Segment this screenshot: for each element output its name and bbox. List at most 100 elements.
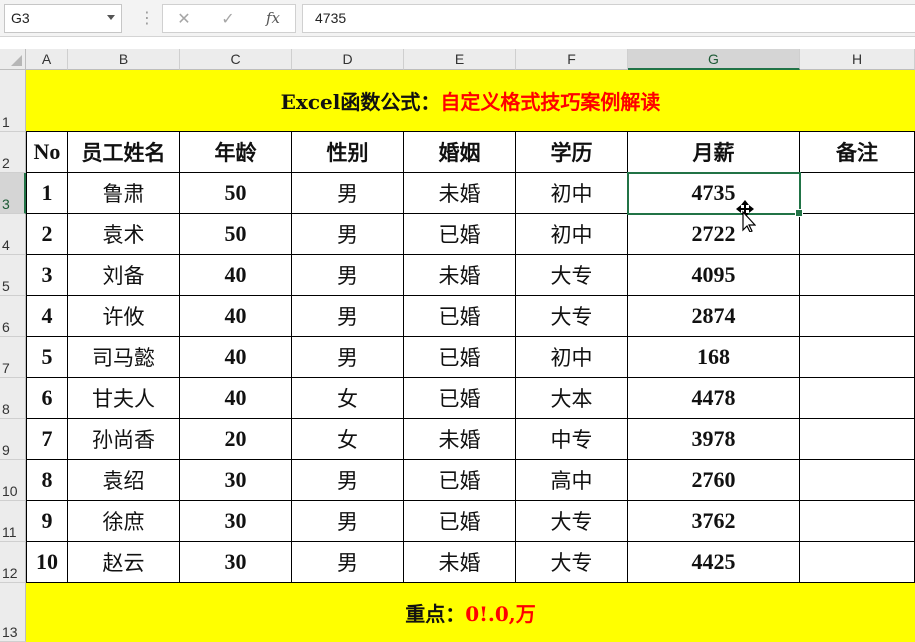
column-header-g[interactable]: G	[628, 49, 800, 70]
table-row-10-gender[interactable]: 男	[292, 542, 404, 583]
column-header-e[interactable]: E	[404, 49, 516, 70]
table-row-6-education[interactable]: 大本	[516, 378, 628, 419]
table-row-10-name[interactable]: 赵云	[68, 542, 180, 583]
table-row-9-no[interactable]: 9	[26, 501, 68, 542]
cancel-icon[interactable]: ✕	[169, 5, 199, 32]
header-cell-no[interactable]: No	[26, 132, 68, 173]
enter-icon[interactable]: ✓	[213, 5, 243, 32]
select-all-corner[interactable]	[0, 49, 26, 70]
table-row-7-gender[interactable]: 女	[292, 419, 404, 460]
table-row-8-name[interactable]: 袁绍	[68, 460, 180, 501]
table-row-1-gender[interactable]: 男	[292, 173, 404, 214]
table-row-2-age[interactable]: 50	[180, 214, 292, 255]
table-row-10-salary[interactable]: 4425	[628, 542, 800, 583]
table-row-2-education[interactable]: 初中	[516, 214, 628, 255]
table-row-2-no[interactable]: 2	[26, 214, 68, 255]
table-row-3-gender[interactable]: 男	[292, 255, 404, 296]
table-row-6-gender[interactable]: 女	[292, 378, 404, 419]
column-header-d[interactable]: D	[292, 49, 404, 70]
table-row-6-marital[interactable]: 已婚	[404, 378, 516, 419]
table-row-8-salary[interactable]: 2760	[628, 460, 800, 501]
table-row-2-gender[interactable]: 男	[292, 214, 404, 255]
header-cell-name[interactable]: 员工姓名	[68, 132, 180, 173]
table-row-7-marital[interactable]: 未婚	[404, 419, 516, 460]
table-row-1-no[interactable]: 1	[26, 173, 68, 214]
table-row-5-name[interactable]: 司马懿	[68, 337, 180, 378]
table-row-10-education[interactable]: 大专	[516, 542, 628, 583]
table-row-6-salary[interactable]: 4478	[628, 378, 800, 419]
row-header-2[interactable]: 2	[0, 132, 26, 173]
row-header-9[interactable]: 9	[0, 419, 26, 460]
table-row-4-no[interactable]: 4	[26, 296, 68, 337]
column-header-f[interactable]: F	[516, 49, 628, 70]
table-row-7-no[interactable]: 7	[26, 419, 68, 460]
table-row-3-name[interactable]: 刘备	[68, 255, 180, 296]
header-cell-remark[interactable]: 备注	[800, 132, 915, 173]
table-row-3-age[interactable]: 40	[180, 255, 292, 296]
row-header-3[interactable]: 3	[0, 173, 26, 214]
chevron-down-icon[interactable]	[107, 15, 115, 20]
table-row-9-education[interactable]: 大专	[516, 501, 628, 542]
row-header-10[interactable]: 10	[0, 460, 26, 501]
table-row-5-marital[interactable]: 已婚	[404, 337, 516, 378]
table-row-4-marital[interactable]: 已婚	[404, 296, 516, 337]
table-row-7-remark[interactable]	[800, 419, 915, 460]
table-row-1-marital[interactable]: 未婚	[404, 173, 516, 214]
table-row-5-salary[interactable]: 168	[628, 337, 800, 378]
table-row-7-salary[interactable]: 3978	[628, 419, 800, 460]
table-row-4-salary[interactable]: 2874	[628, 296, 800, 337]
table-row-4-remark[interactable]	[800, 296, 915, 337]
table-row-8-marital[interactable]: 已婚	[404, 460, 516, 501]
table-row-8-remark[interactable]	[800, 460, 915, 501]
table-row-9-gender[interactable]: 男	[292, 501, 404, 542]
table-row-2-salary[interactable]: 2722	[628, 214, 800, 255]
table-row-10-no[interactable]: 10	[26, 542, 68, 583]
table-row-3-remark[interactable]	[800, 255, 915, 296]
table-row-7-education[interactable]: 中专	[516, 419, 628, 460]
title-banner[interactable]: Excel函数公式： 自定义格式技巧案例解读	[26, 70, 915, 132]
table-row-9-age[interactable]: 30	[180, 501, 292, 542]
row-header-4[interactable]: 4	[0, 214, 26, 255]
table-row-7-age[interactable]: 20	[180, 419, 292, 460]
header-cell-gender[interactable]: 性别	[292, 132, 404, 173]
row-header-1[interactable]: 1	[0, 70, 26, 132]
table-row-7-name[interactable]: 孙尚香	[68, 419, 180, 460]
table-row-3-marital[interactable]: 未婚	[404, 255, 516, 296]
more-options-icon[interactable]: ⋮	[139, 9, 155, 27]
table-row-5-gender[interactable]: 男	[292, 337, 404, 378]
name-box[interactable]: G3	[4, 4, 122, 33]
table-row-1-salary[interactable]: 4735	[628, 173, 800, 214]
table-row-5-no[interactable]: 5	[26, 337, 68, 378]
table-row-2-remark[interactable]	[800, 214, 915, 255]
header-cell-salary[interactable]: 月薪	[628, 132, 800, 173]
table-row-10-age[interactable]: 30	[180, 542, 292, 583]
row-header-13[interactable]: 13	[0, 583, 26, 642]
column-header-c[interactable]: C	[180, 49, 292, 70]
formula-input[interactable]: 4735	[302, 4, 915, 33]
row-header-6[interactable]: 6	[0, 296, 26, 337]
footer-banner[interactable]: 重点： 0!.0,万	[26, 583, 915, 642]
table-row-10-marital[interactable]: 未婚	[404, 542, 516, 583]
table-row-6-name[interactable]: 甘夫人	[68, 378, 180, 419]
table-row-8-no[interactable]: 8	[26, 460, 68, 501]
table-row-4-age[interactable]: 40	[180, 296, 292, 337]
row-header-7[interactable]: 7	[0, 337, 26, 378]
insert-function-icon[interactable]: fx	[258, 5, 288, 32]
column-header-b[interactable]: B	[68, 49, 180, 70]
table-row-3-education[interactable]: 大专	[516, 255, 628, 296]
table-row-9-name[interactable]: 徐庶	[68, 501, 180, 542]
table-row-9-marital[interactable]: 已婚	[404, 501, 516, 542]
table-row-9-remark[interactable]	[800, 501, 915, 542]
row-header-8[interactable]: 8	[0, 378, 26, 419]
table-row-4-gender[interactable]: 男	[292, 296, 404, 337]
table-row-4-education[interactable]: 大专	[516, 296, 628, 337]
table-row-2-marital[interactable]: 已婚	[404, 214, 516, 255]
column-header-a[interactable]: A	[26, 49, 68, 70]
column-header-h[interactable]: H	[800, 49, 915, 70]
table-row-8-gender[interactable]: 男	[292, 460, 404, 501]
row-header-12[interactable]: 12	[0, 542, 26, 583]
table-row-5-remark[interactable]	[800, 337, 915, 378]
table-row-1-age[interactable]: 50	[180, 173, 292, 214]
row-header-5[interactable]: 5	[0, 255, 26, 296]
row-header-11[interactable]: 11	[0, 501, 26, 542]
